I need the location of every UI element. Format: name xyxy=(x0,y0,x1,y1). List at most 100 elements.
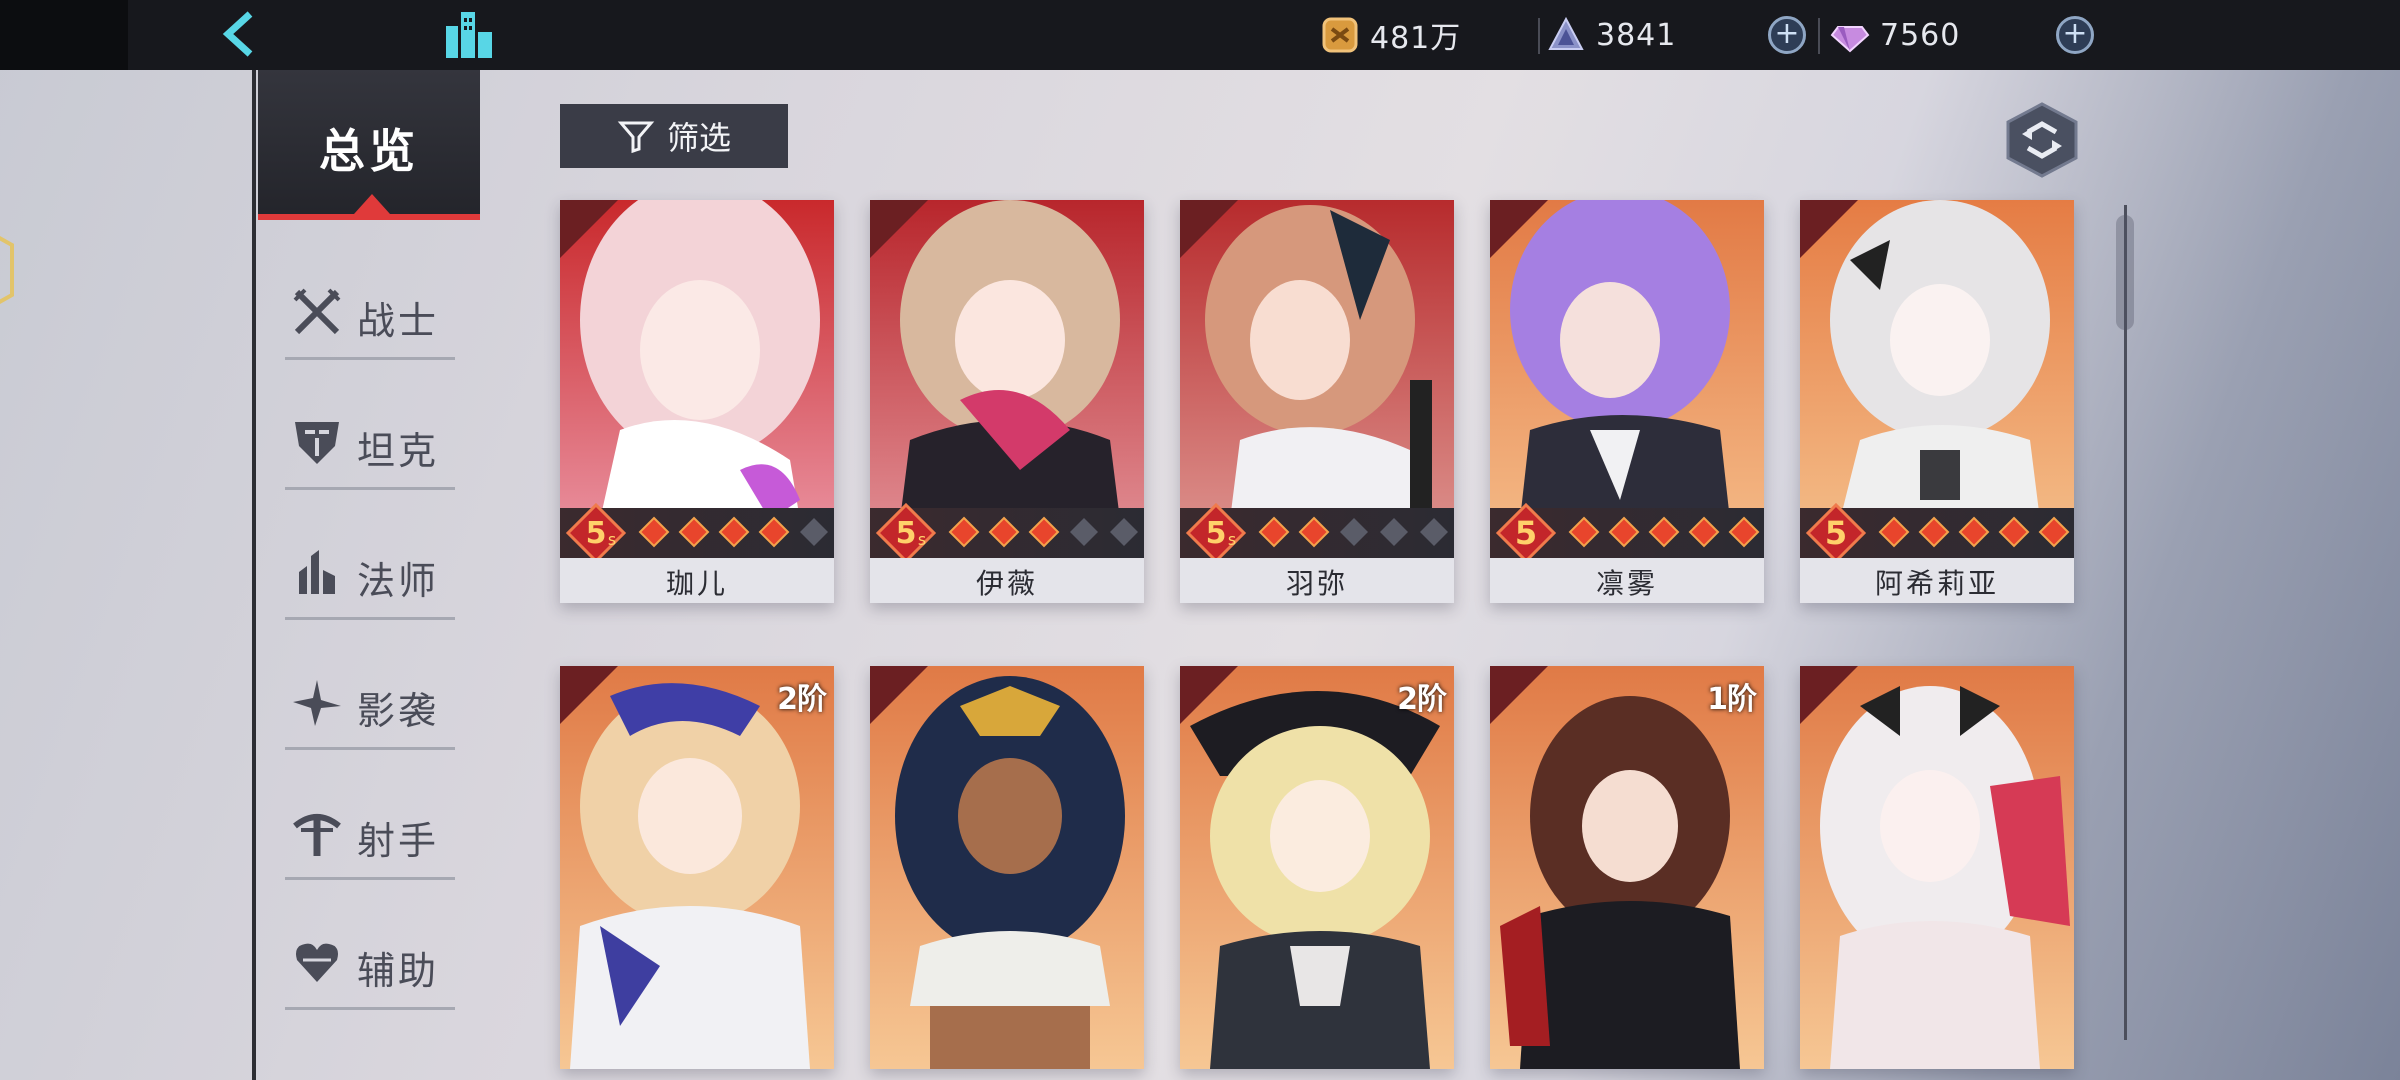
star-rating xyxy=(1568,516,1760,548)
character-card[interactable]: 5 凛雾 xyxy=(1490,200,1764,603)
star-filled-icon xyxy=(758,516,790,548)
star-rating xyxy=(1258,516,1454,548)
filter-icon xyxy=(617,121,655,154)
gold-value: 481万 xyxy=(1370,21,1462,56)
svg-text:5: 5 xyxy=(1206,516,1227,551)
character-portrait xyxy=(870,666,1144,1069)
svg-text:s: s xyxy=(608,530,616,549)
category-divider xyxy=(285,1007,455,1010)
stamina-icon xyxy=(1548,16,1584,50)
gold-resource: 481万 xyxy=(1320,10,1461,60)
category-tank[interactable]: 坦克 xyxy=(285,400,455,490)
character-portrait xyxy=(1180,666,1454,1069)
faction-corner-icon xyxy=(560,200,618,258)
faction-corner-icon xyxy=(1180,666,1238,724)
refresh-icon xyxy=(2006,102,2078,178)
character-card[interactable]: 5 s 伊薇 xyxy=(870,200,1144,603)
category-support-label: 辅助 xyxy=(357,949,440,993)
star-filled-icon xyxy=(1688,516,1720,548)
city-icon xyxy=(446,12,492,58)
faction-corner-icon xyxy=(1490,200,1548,258)
tab-overview[interactable]: 总览 xyxy=(258,70,480,220)
faction-corner-icon xyxy=(1180,200,1238,258)
category-mage-label: 法师 xyxy=(357,559,440,603)
faction-corner-icon xyxy=(560,666,618,724)
character-name: 阿希莉亚 xyxy=(1874,567,1999,600)
star-filled-icon xyxy=(988,516,1020,548)
back-button[interactable] xyxy=(210,4,270,64)
filter-button[interactable]: 筛选 xyxy=(560,104,788,168)
category-divider xyxy=(285,357,455,360)
separator xyxy=(1818,18,1820,54)
left-panel-divider xyxy=(252,70,256,1080)
star-filled-icon xyxy=(1258,516,1290,548)
star-filled-icon xyxy=(948,516,980,548)
category-assassin[interactable]: 影袭 xyxy=(285,660,455,750)
category-marksman-label: 射手 xyxy=(357,819,440,863)
character-name: 羽弥 xyxy=(1285,567,1348,600)
rank-5s-badge: 5 s xyxy=(1186,503,1246,563)
add-stamina-button[interactable]: + xyxy=(1768,16,1806,54)
rank-5s-badge: 5 s xyxy=(566,503,626,563)
character-card[interactable] xyxy=(870,666,1144,1069)
scroll-track[interactable] xyxy=(2124,205,2127,1040)
star-filled-icon xyxy=(1958,516,1990,548)
add-diamond-button[interactable]: + xyxy=(2056,16,2094,54)
star-empty-icon xyxy=(800,518,828,546)
category-divider xyxy=(285,487,455,490)
tab-overview-underline xyxy=(258,214,480,220)
stamina-value: 3841 xyxy=(1596,17,1677,53)
svg-text:s: s xyxy=(918,530,926,549)
stamina-resource: 3841 xyxy=(1546,10,1676,60)
star-empty-icon xyxy=(1110,518,1138,546)
character-card[interactable] xyxy=(1800,666,2074,1069)
character-card[interactable]: 2阶 xyxy=(560,666,834,1069)
character-card[interactable]: 5 s 羽弥 xyxy=(1180,200,1454,603)
category-support[interactable]: 辅助 xyxy=(285,920,455,1010)
switch-view-button[interactable] xyxy=(2006,102,2078,178)
diamond-resource: 7560 xyxy=(1830,10,1960,60)
category-mage[interactable]: 法师 xyxy=(285,530,455,620)
category-divider xyxy=(285,877,455,880)
rank-5-badge: 5 xyxy=(1806,503,1866,563)
star-filled-icon xyxy=(2038,516,2070,548)
diamond-value: 7560 xyxy=(1880,17,1961,53)
tier-label: 2阶 xyxy=(777,682,827,717)
back-arrow-icon xyxy=(222,11,253,57)
star-empty-icon xyxy=(1420,518,1448,546)
tab-overview-label: 总览 xyxy=(319,124,419,178)
star-filled-icon xyxy=(678,516,710,548)
star-filled-icon xyxy=(1998,516,2030,548)
star-filled-icon xyxy=(1648,516,1680,548)
character-portrait xyxy=(1800,666,2074,1069)
svg-text:5: 5 xyxy=(1825,514,1847,552)
character-card[interactable]: 5 s 珈儿 xyxy=(560,200,834,603)
category-divider xyxy=(285,747,455,750)
character-card[interactable]: 1阶 xyxy=(1490,666,1764,1069)
character-card[interactable]: 2阶 xyxy=(1180,666,1454,1069)
warrior-icon xyxy=(293,288,341,335)
tank-icon xyxy=(295,422,339,464)
filter-label: 筛选 xyxy=(666,119,731,157)
category-tank-label: 坦克 xyxy=(357,429,440,473)
edge-hex-decoration xyxy=(0,236,14,304)
tier-label: 2阶 xyxy=(1397,682,1447,717)
city-button[interactable] xyxy=(440,4,500,64)
tier-label: 1阶 xyxy=(1707,682,1757,717)
character-name: 凛雾 xyxy=(1595,567,1658,600)
rank-5s-badge: 5 s xyxy=(876,503,936,563)
category-marksman[interactable]: 射手 xyxy=(285,790,455,880)
category-warrior[interactable]: 战士 xyxy=(285,270,455,360)
faction-corner-icon xyxy=(870,666,928,724)
character-portrait xyxy=(560,666,834,1069)
star-filled-icon xyxy=(1568,516,1600,548)
star-empty-icon xyxy=(1070,518,1098,546)
separator xyxy=(1538,18,1540,54)
category-assassin-label: 影袭 xyxy=(357,689,440,733)
tab-overview-notch xyxy=(354,194,390,214)
scroll-thumb[interactable] xyxy=(2116,215,2134,330)
faction-corner-icon xyxy=(1800,200,1858,258)
star-filled-icon xyxy=(1918,516,1950,548)
top-bar: 481万 3841 + 7560 + xyxy=(0,0,2400,70)
character-card[interactable]: 5 阿希莉亚 xyxy=(1800,200,2074,603)
